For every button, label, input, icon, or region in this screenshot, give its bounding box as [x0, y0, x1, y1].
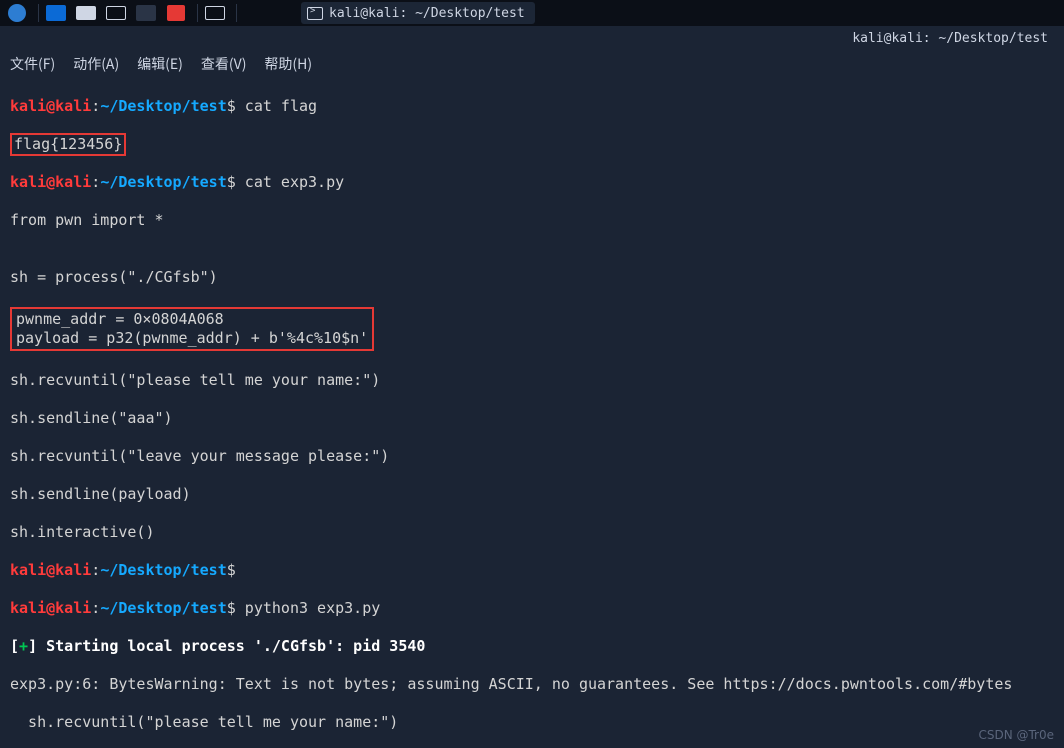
- file-manager-icon[interactable]: [73, 3, 99, 23]
- terminal-window-icon: [307, 7, 323, 20]
- command-cat-flag: cat flag: [236, 97, 317, 115]
- script-line: from pwn import *: [10, 211, 1054, 230]
- status-plus-icon: +: [19, 637, 28, 655]
- prompt-path: ~/Desktop/test: [100, 97, 226, 115]
- taskbar-app-red-icon[interactable]: [163, 3, 189, 23]
- taskbar-separator: [197, 4, 198, 22]
- script-line: sh.interactive(): [10, 523, 1054, 542]
- taskbar-window-button[interactable]: kali@kali: ~/Desktop/test: [301, 2, 535, 24]
- taskbar-separator: [38, 4, 39, 22]
- taskbar: kali@kali: ~/Desktop/test: [0, 0, 1064, 26]
- workspace-switcher-icon[interactable]: [202, 3, 228, 23]
- script-line: sh.sendline(payload): [10, 485, 1054, 504]
- flag-output-highlight: flag{123456}: [10, 133, 126, 156]
- script-line: sh.sendline("aaa"): [10, 409, 1054, 428]
- command-cat-exp3: cat exp3.py: [236, 173, 344, 191]
- menu-help[interactable]: 帮助(H): [264, 54, 312, 74]
- taskbar-app-1-icon[interactable]: [43, 3, 69, 23]
- script-line: sh.recvuntil("please tell me your name:"…: [10, 371, 1054, 390]
- command-python3: python3 exp3.py: [236, 599, 381, 617]
- script-line: sh = process("./CGfsb"): [10, 268, 1054, 287]
- menu-edit[interactable]: 编辑(E): [137, 54, 183, 74]
- warning-line: exp3.py:6: BytesWarning: Text is not byt…: [10, 675, 1054, 694]
- warning-line: sh.recvuntil("please tell me your name:"…: [10, 713, 1054, 732]
- terminal-icon[interactable]: [103, 3, 129, 23]
- code-editor-icon[interactable]: [133, 3, 159, 23]
- menu-file[interactable]: 文件(F): [10, 54, 55, 74]
- window-title-path: kali@kali: ~/Desktop/test: [0, 26, 1064, 50]
- menubar: 文件(F) 动作(A) 编辑(E) 查看(V) 帮助(H): [0, 50, 1064, 78]
- menu-action[interactable]: 动作(A): [73, 54, 119, 74]
- starting-process: ] Starting local process './CGfsb': pid …: [28, 637, 425, 655]
- watermark: CSDN @Tr0e: [978, 728, 1054, 742]
- prompt-user: kali@kali: [10, 97, 91, 115]
- menu-view[interactable]: 查看(V): [201, 54, 247, 74]
- script-line: sh.recvuntil("leave your message please:…: [10, 447, 1054, 466]
- payload-highlight: pwnme_addr = 0×0804A068payload = p32(pwn…: [10, 307, 374, 351]
- taskbar-window-title: kali@kali: ~/Desktop/test: [329, 6, 525, 21]
- kali-logo-icon[interactable]: [4, 3, 30, 23]
- taskbar-separator: [236, 4, 237, 22]
- terminal-output[interactable]: kali@kali:~/Desktop/test$ cat flag flag{…: [0, 78, 1064, 748]
